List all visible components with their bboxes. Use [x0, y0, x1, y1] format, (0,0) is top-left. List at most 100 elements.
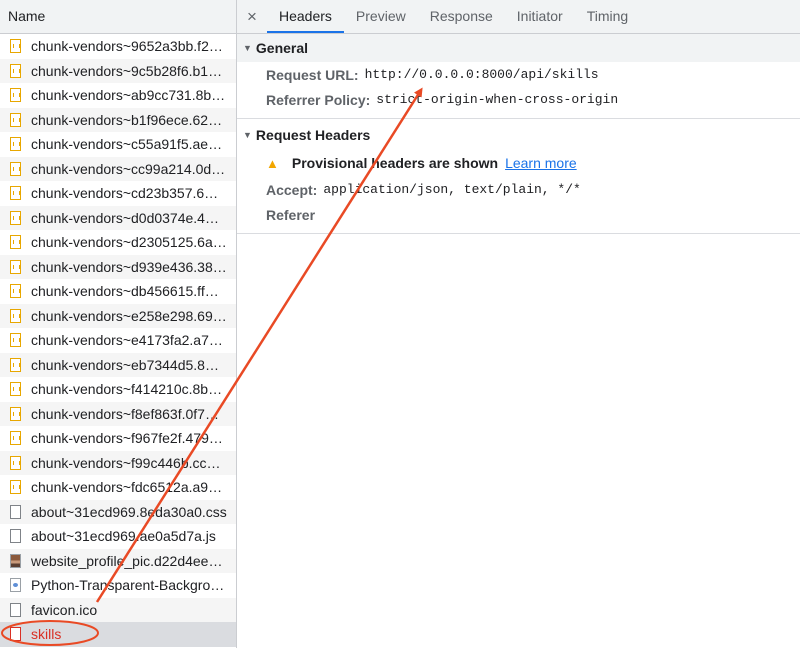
request-name: about~31ecd969.8eda30a0.css	[31, 503, 227, 520]
request-row[interactable]: chunk-vendors~ab9cc731.8b…	[0, 83, 236, 108]
script-file-icon	[10, 284, 21, 299]
script-file-icon	[10, 308, 21, 323]
referrer-policy-value: strict-origin-when-cross-origin	[376, 92, 619, 107]
request-name: chunk-vendors~fdc6512a.a9…	[31, 479, 223, 496]
details-tab-bar: × Headers Preview Response Initiator Tim…	[237, 0, 800, 34]
request-row[interactable]: chunk-vendors~c55a91f5.ae…	[0, 132, 236, 157]
warning-text: Provisional headers are shown	[291, 155, 499, 171]
request-list-panel: Name chunk-vendors~9652a3bb.f2… chunk-ven…	[0, 0, 237, 648]
script-file-icon	[10, 406, 21, 421]
request-name: chunk-vendors~f414210c.8b…	[31, 381, 223, 398]
script-file-icon	[10, 455, 21, 470]
request-name: chunk-vendors~cc99a214.0d…	[31, 160, 226, 177]
request-headers-section: ▼ Request Headers ▲ Provisional headers …	[237, 121, 800, 234]
script-file-icon	[10, 39, 21, 54]
script-file-icon	[10, 186, 21, 201]
request-row[interactable]: website_profile_pic.d22d4ee…	[0, 548, 236, 573]
request-row[interactable]: chunk-vendors~e258e298.69…	[0, 303, 236, 328]
request-name: chunk-vendors~e258e298.69…	[31, 307, 227, 324]
request-details-panel: × Headers Preview Response Initiator Tim…	[237, 0, 800, 648]
close-icon[interactable]: ×	[237, 0, 267, 33]
request-row[interactable]: Python-Transparent-Backgro…	[0, 573, 236, 598]
request-name: chunk-vendors~db456615.ff…	[31, 283, 219, 300]
request-name: chunk-vendors~9652a3bb.f2…	[31, 38, 223, 55]
request-row[interactable]: chunk-vendors~f414210c.8b…	[0, 377, 236, 402]
referer-header-row: Referer	[237, 202, 800, 227]
request-headers-section-title: Request Headers	[255, 127, 371, 143]
request-row[interactable]: chunk-vendors~b1f96ece.62…	[0, 107, 236, 132]
request-row[interactable]: favicon.ico	[0, 597, 236, 622]
request-row[interactable]: chunk-vendors~fdc6512a.a9…	[0, 475, 236, 500]
request-row[interactable]: chunk-vendors~cd23b357.6…	[0, 181, 236, 206]
script-file-icon	[10, 357, 21, 372]
general-section-title: General	[255, 40, 309, 56]
collapse-triangle-icon: ▼	[243, 130, 252, 140]
request-row[interactable]: chunk-vendors~f8ef863f.0f7…	[0, 401, 236, 426]
image-file-icon	[10, 578, 21, 593]
request-headers-section-header[interactable]: ▼ Request Headers	[237, 121, 800, 149]
referrer-policy-label: Referrer Policy:	[266, 91, 371, 108]
request-row[interactable]: chunk-vendors~eb7344d5.8…	[0, 352, 236, 377]
request-row[interactable]: chunk-vendors~d939e436.38…	[0, 254, 236, 279]
tab-initiator[interactable]: Initiator	[505, 0, 575, 33]
request-url-label: Request URL:	[266, 66, 359, 83]
document-file-icon	[10, 529, 21, 544]
request-row[interactable]: chunk-vendors~f99c446b.cc…	[0, 450, 236, 475]
tab-timing[interactable]: Timing	[575, 0, 641, 33]
script-file-icon	[10, 235, 21, 250]
provisional-headers-warning: ▲ Provisional headers are shown Learn mo…	[237, 149, 800, 177]
image-thumbnail-icon	[10, 553, 21, 568]
accept-header-label: Accept:	[266, 181, 318, 198]
script-file-icon	[10, 88, 21, 103]
script-file-icon	[10, 112, 21, 127]
collapse-triangle-icon: ▼	[243, 43, 252, 53]
request-name: chunk-vendors~d2305125.6a…	[31, 234, 227, 251]
script-file-icon	[10, 259, 21, 274]
request-row[interactable]: chunk-vendors~f967fe2f.479…	[0, 426, 236, 451]
script-file-icon	[10, 333, 21, 348]
request-row[interactable]: skills	[0, 622, 236, 647]
tab-headers[interactable]: Headers	[267, 0, 344, 33]
request-row[interactable]: chunk-vendors~e4173fa2.a7…	[0, 328, 236, 353]
referrer-policy-row: Referrer Policy: strict-origin-when-cros…	[237, 87, 800, 112]
request-row[interactable]: chunk-vendors~9c5b28f6.b1…	[0, 58, 236, 83]
request-url-row: Request URL: http://0.0.0.0:8000/api/ski…	[237, 62, 800, 87]
name-column-header[interactable]: Name	[0, 0, 236, 34]
warning-icon: ▲	[266, 155, 279, 171]
request-name: chunk-vendors~f967fe2f.479…	[31, 430, 223, 447]
error-file-icon	[10, 627, 21, 642]
request-row[interactable]: chunk-vendors~db456615.ff…	[0, 279, 236, 304]
document-file-icon	[10, 504, 21, 519]
request-name: chunk-vendors~cd23b357.6…	[31, 185, 219, 202]
accept-header-row: Accept: application/json, text/plain, */…	[237, 177, 800, 202]
request-name: favicon.ico	[31, 601, 98, 618]
script-file-icon	[10, 137, 21, 152]
request-row[interactable]: about~31ecd969.8eda30a0.css	[0, 499, 236, 524]
request-name: chunk-vendors~c55a91f5.ae…	[31, 136, 223, 153]
request-row[interactable]: chunk-vendors~d0d0374e.4…	[0, 205, 236, 230]
general-section: ▼ General Request URL: http://0.0.0.0:80…	[237, 34, 800, 119]
request-name: about~31ecd969.ae0a5d7a.js	[31, 528, 216, 545]
request-row[interactable]: chunk-vendors~cc99a214.0d…	[0, 156, 236, 181]
tab-preview[interactable]: Preview	[344, 0, 418, 33]
request-name: chunk-vendors~9c5b28f6.b1…	[31, 62, 223, 79]
section-divider	[237, 227, 800, 234]
request-name: chunk-vendors~ab9cc731.8b…	[31, 87, 226, 104]
script-file-icon	[10, 210, 21, 225]
request-row[interactable]: about~31ecd969.ae0a5d7a.js	[0, 524, 236, 549]
request-url-value: http://0.0.0.0:8000/api/skills	[364, 67, 599, 82]
script-file-icon	[10, 431, 21, 446]
request-name: chunk-vendors~d939e436.38…	[31, 258, 227, 275]
request-row[interactable]: chunk-vendors~9652a3bb.f2…	[0, 34, 236, 59]
script-file-icon	[10, 382, 21, 397]
request-name: chunk-vendors~b1f96ece.62…	[31, 111, 223, 128]
request-name: Python-Transparent-Backgro…	[31, 577, 225, 594]
general-section-header[interactable]: ▼ General	[237, 34, 800, 62]
tab-response[interactable]: Response	[418, 0, 505, 33]
request-row[interactable]: chunk-vendors~d2305125.6a…	[0, 230, 236, 255]
accept-header-value: application/json, text/plain, */*	[323, 182, 581, 197]
learn-more-link[interactable]: Learn more	[505, 155, 577, 171]
script-file-icon	[10, 480, 21, 495]
script-file-icon	[10, 161, 21, 176]
request-name: skills	[31, 626, 62, 643]
